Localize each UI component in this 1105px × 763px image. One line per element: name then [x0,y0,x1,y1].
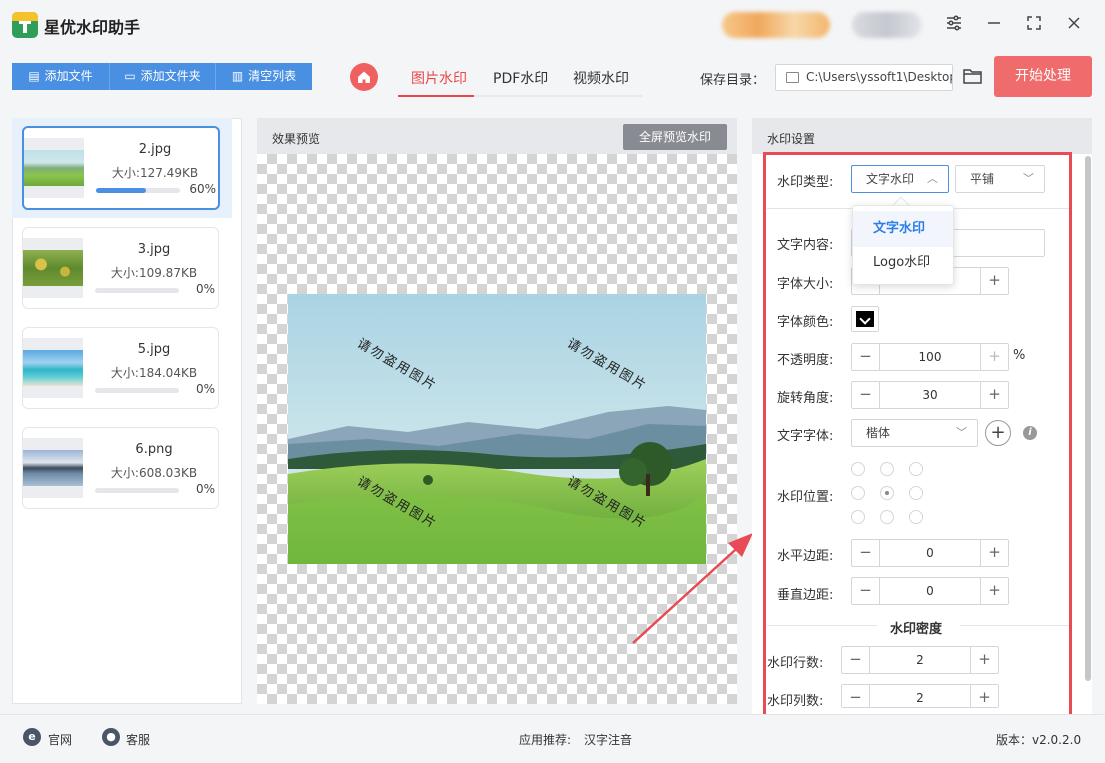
file-item-2jpg[interactable]: 2.jpg 大小:127.49KB 60% [22,126,220,210]
file-progress-bar [95,488,179,493]
file-size: 大小:109.87KB [110,266,198,280]
highlight-frame [763,152,1072,718]
support-link[interactable]: 客服 [126,731,150,748]
file-item-3jpg[interactable]: 3.jpg 大小:109.87KB 0% [22,227,219,309]
file-progress-text: 0% [195,282,215,296]
user-avatar-blurred [852,12,922,38]
support-icon[interactable]: ● [102,728,120,746]
file-progress-text: 0% [195,382,215,396]
file-item-5jpg[interactable]: 5.jpg 大小:184.04KB 0% [22,327,219,409]
file-name: 2.jpg [138,142,172,157]
app-title: 星优水印助手 [44,18,141,37]
save-dir-value: C:\Users\yssoft1\Desktop [806,70,953,84]
add-folder-label: 添加文件夹 [140,69,201,83]
file-progress-text: 60% [189,182,216,196]
file-progress-bar [95,288,179,293]
save-dir-label: 保存目录： [700,73,766,88]
settings-title: 水印设置 [767,132,816,146]
file-thumbnail [23,338,83,398]
trash-icon: ▥ [231,69,244,83]
user-info-blurred [722,12,830,38]
clear-list-button[interactable]: ▥ 清空列表 [216,63,312,90]
settings-scrollbar[interactable] [1085,156,1091,681]
title-bar [0,0,1105,50]
maximize-icon[interactable] [1023,14,1045,36]
file-progress-text: 0% [195,482,215,496]
add-folder-button[interactable]: ▭ 添加文件夹 [110,63,216,90]
file-size: 大小:184.04KB [110,366,198,380]
tab-video-watermark[interactable]: 视频水印 [573,68,629,88]
home-button[interactable] [350,63,378,91]
file-size: 大小:608.03KB [110,466,198,480]
save-dir-input[interactable]: C:\Users\yssoft1\Desktop [775,64,953,91]
preview-title: 效果预览 [272,132,321,146]
file-thumbnail [23,238,83,298]
file-thumbnail [24,138,84,198]
file-thumbnail [23,438,83,498]
minimize-icon[interactable] [983,14,1005,36]
tab-active-indicator [398,95,474,97]
version-text: 版本：v2.0.2.0 [996,733,1082,747]
fullscreen-preview-button[interactable]: 全屏预览水印 [623,124,727,150]
home-icon [358,71,370,83]
preview-image: 请勿盗用图片 请勿盗用图片 请勿盗用图片 请勿盗用图片 [288,294,706,564]
progress-fill [96,188,147,193]
folder-icon: ▭ [124,69,136,83]
open-folder-icon[interactable] [962,66,984,88]
sliders-icon[interactable] [943,14,965,36]
close-icon[interactable] [1063,14,1085,36]
website-icon[interactable]: e [23,728,41,746]
file-name: 5.jpg [137,342,171,357]
file-size: 大小:127.49KB [111,166,199,180]
recommend-label: 应用推荐: [519,733,572,747]
file-name: 3.jpg [137,242,171,257]
file-progress-bar [95,388,179,393]
add-file-label: 添加文件 [44,69,93,83]
file-item-6png[interactable]: 6.png 大小:608.03KB 0% [22,427,219,509]
folder-outline-icon [786,72,799,83]
tab-image-watermark[interactable]: 图片水印 [411,68,467,88]
clear-list-label: 清空列表 [248,69,297,83]
file-progress-bar [96,188,180,193]
file-name: 6.png [135,442,173,457]
add-file-button[interactable]: ▤ 添加文件 [12,63,110,90]
website-link[interactable]: 官网 [48,731,72,748]
app-logo-icon [12,12,38,38]
tab-pdf-watermark[interactable]: PDF水印 [493,68,548,88]
start-processing-button[interactable]: 开始处理 [994,56,1092,97]
recommend-app-link[interactable]: 汉字注音 [584,731,632,748]
file-icon: ▤ [28,69,40,83]
annotation-arrow [632,533,753,644]
